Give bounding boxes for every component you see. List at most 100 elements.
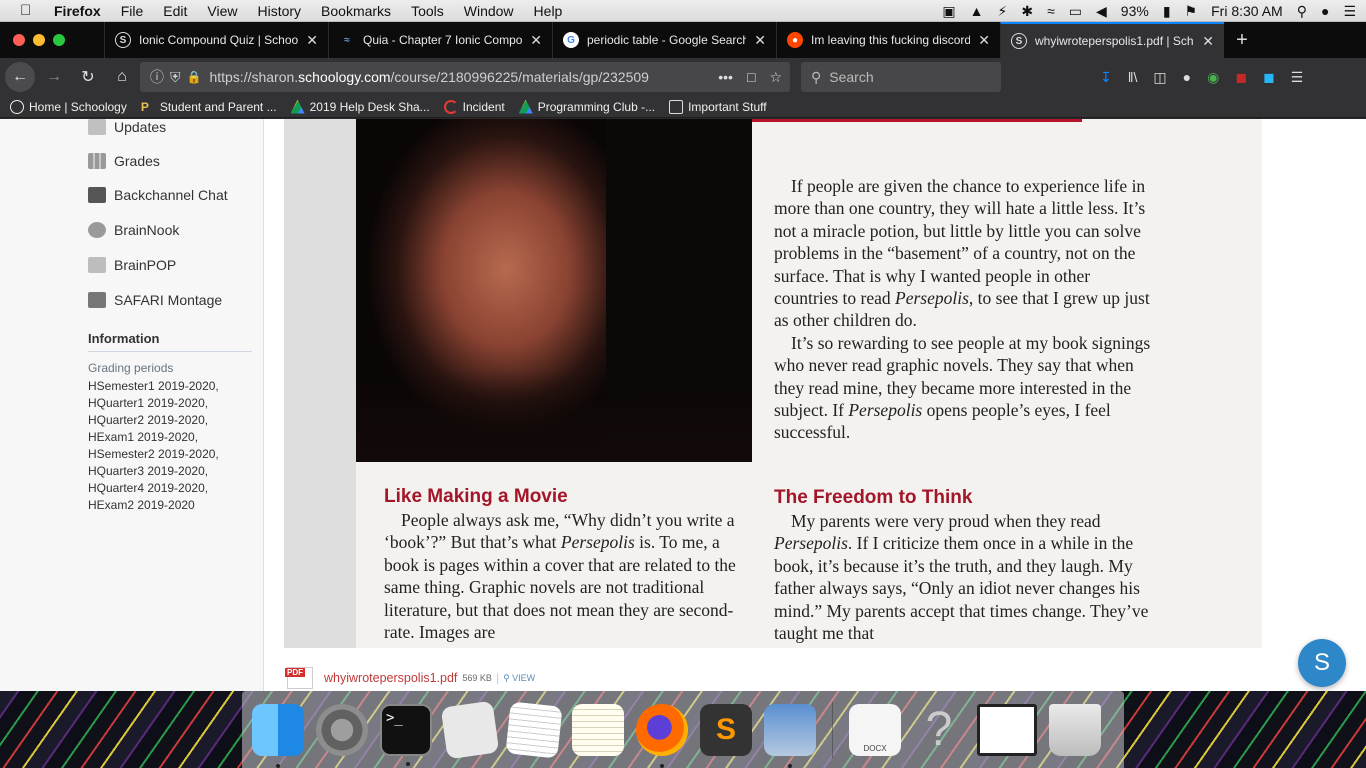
bluetooth-icon[interactable]: ✱ xyxy=(1021,3,1033,20)
attachment-size: 569 KB xyxy=(462,673,492,683)
sidebar-item-brainnook[interactable]: BrainNook xyxy=(88,222,179,238)
menu-tools[interactable]: Tools xyxy=(411,3,444,19)
sidebar-item-updates[interactable]: Updates xyxy=(88,119,166,135)
firefox-icon[interactable] xyxy=(636,703,688,768)
library-icon[interactable]: ‖\ xyxy=(1128,69,1138,85)
tab-title: whyiwroteperspolis1.pdf | Schoology xyxy=(1035,34,1194,48)
pocket-icon[interactable]: □ xyxy=(747,69,755,86)
tab-google-search[interactable]: G periodic table - Google Search ✕ xyxy=(552,22,776,58)
sidebar-item-grades[interactable]: Grades xyxy=(88,153,160,169)
wifi-icon[interactable]: ≈ xyxy=(1047,3,1055,19)
menu-window[interactable]: Window xyxy=(464,3,514,19)
tab-whyiwroteperspolis-pdf[interactable]: S whyiwroteperspolis1.pdf | Schoology ✕ xyxy=(1000,22,1224,58)
reload-button[interactable]: ↻ xyxy=(73,62,103,92)
forward-button[interactable]: → xyxy=(39,62,69,92)
lock-icon[interactable]: 🔒 xyxy=(187,70,202,84)
bookmark-programming-club[interactable]: Programming Club -... xyxy=(518,99,655,114)
menu-file[interactable]: File xyxy=(121,3,144,19)
bookmark-label: Important Stuff xyxy=(688,99,767,114)
close-tab-icon[interactable]: ✕ xyxy=(1202,33,1214,50)
back-button[interactable]: ← xyxy=(5,62,35,92)
volume-icon[interactable]: ◀ xyxy=(1096,3,1107,20)
sublime-text-icon[interactable]: S xyxy=(700,703,752,756)
tab-reddit[interactable]: ● Im leaving this fucking discord ✕ xyxy=(776,22,1000,58)
tab-ionic-compound-quiz[interactable]: S Ionic Compound Quiz | Schoology ✕ xyxy=(104,22,328,58)
sidebar-icon[interactable]: ◫ xyxy=(1153,69,1166,86)
sidebar-item-label: Updates xyxy=(114,119,167,135)
sidebar-item-safari-montage[interactable]: SAFARI Montage xyxy=(88,292,222,308)
minimize-window-button[interactable] xyxy=(33,34,45,46)
tracking-shield-icon[interactable]: ⛨ xyxy=(170,69,181,86)
preview-icon[interactable] xyxy=(764,703,816,768)
lightning-icon[interactable]: ⚡ xyxy=(998,3,1008,20)
zoom-window-button[interactable] xyxy=(53,34,65,46)
cube-icon[interactable]: ▣ xyxy=(942,3,955,20)
bookmark-star-icon[interactable]: ☆ xyxy=(769,69,782,86)
tab-quia-chapter-7[interactable]: ≈ Quia - Chapter 7 Ionic Compounds ✕ xyxy=(328,22,552,58)
menu-history[interactable]: History xyxy=(257,3,301,19)
menu-bookmarks[interactable]: Bookmarks xyxy=(321,3,391,19)
siri-icon[interactable]: ● xyxy=(1321,3,1329,19)
notification-center-icon[interactable]: ☰ xyxy=(1343,3,1356,20)
airplay-icon[interactable]: ▭ xyxy=(1069,3,1082,20)
schoology-help-button[interactable]: S xyxy=(1298,639,1346,687)
clock[interactable]: Fri 8:30 AM xyxy=(1211,3,1283,19)
sidebar-item-brainpop[interactable]: BrainPOP xyxy=(88,257,176,273)
new-tab-button[interactable]: + xyxy=(1224,22,1260,58)
close-tab-icon[interactable]: ✕ xyxy=(306,32,318,49)
help-icon[interactable]: ? xyxy=(913,703,965,756)
running-indicator xyxy=(276,763,280,768)
screenshot-icon[interactable] xyxy=(977,703,1037,756)
schoology-icon xyxy=(10,99,24,114)
sidebar-item-backchannel-chat[interactable]: Backchannel Chat xyxy=(88,187,228,203)
grading-period: HExam2 2019-2020 xyxy=(88,498,195,512)
apple-menu-icon[interactable]:  xyxy=(20,2,40,19)
ublock-extension-icon[interactable]: ◼ xyxy=(1235,69,1247,86)
pdf-viewer[interactable]: If people are given the chance to experi… xyxy=(284,119,1262,648)
close-tab-icon[interactable]: ✕ xyxy=(754,32,766,49)
bookmark-label: Incident xyxy=(462,99,505,114)
battery-icon[interactable]: ▮ xyxy=(1163,3,1171,20)
info-icon[interactable]: ⓘ xyxy=(150,67,164,87)
menu-help[interactable]: Help xyxy=(534,3,563,19)
textedit-icon[interactable] xyxy=(505,700,563,759)
close-window-button[interactable] xyxy=(13,34,25,46)
terminal-icon[interactable]: >_ xyxy=(380,703,432,766)
attachment-filename-link[interactable]: whyiwroteperspolis1.pdf xyxy=(324,671,457,685)
grading-period: HSemester1 2019-2020, xyxy=(88,379,219,393)
search-input[interactable]: ⚲ Search xyxy=(801,62,1001,92)
toolbar-icons: ↧ ‖\ ◫ ● ◉ ◼ ◼ ☰ xyxy=(1100,69,1303,86)
bookmark-home-schoology[interactable]: Home | Schoology xyxy=(10,99,127,114)
browser-tab-strip: S Ionic Compound Quiz | Schoology ✕ ≈ Qu… xyxy=(0,22,1366,58)
script-editor-icon[interactable] xyxy=(440,700,500,759)
trash-icon[interactable] xyxy=(1049,703,1101,756)
menu-view[interactable]: View xyxy=(207,3,237,19)
page-actions-icon[interactable]: ••• xyxy=(718,69,733,86)
view-link[interactable]: ⚲ VIEW xyxy=(503,673,535,684)
url-text[interactable]: https://sharon.schoology.com/course/2180… xyxy=(209,69,648,85)
finder-icon[interactable] xyxy=(252,703,304,768)
flag-icon[interactable]: ⚑ xyxy=(1185,3,1198,20)
menu-icon[interactable]: ☰ xyxy=(1291,69,1304,86)
home-button[interactable]: ⌂ xyxy=(107,62,137,92)
account-icon[interactable]: ● xyxy=(1183,69,1191,85)
schoology-icon: S xyxy=(115,32,131,48)
docx-file-icon[interactable]: DOCX xyxy=(849,703,901,756)
vpn-extension-icon[interactable]: ◉ xyxy=(1207,69,1219,86)
spotlight-search-icon[interactable]: ⚲ xyxy=(1297,3,1307,20)
bookmark-incident[interactable]: Incident xyxy=(443,99,505,114)
bookmark-important-stuff[interactable]: Important Stuff xyxy=(669,99,767,114)
close-tab-icon[interactable]: ✕ xyxy=(530,32,542,49)
battery-percent[interactable]: 93% xyxy=(1121,3,1149,19)
download-icon[interactable]: ↧ xyxy=(1100,69,1112,86)
address-bar[interactable]: ⓘ ⛨ 🔒 https://sharon.schoology.com/cours… xyxy=(140,62,790,92)
close-tab-icon[interactable]: ✕ xyxy=(978,32,990,49)
menu-edit[interactable]: Edit xyxy=(163,3,187,19)
menu-app-firefox[interactable]: Firefox xyxy=(54,3,101,19)
system-preferences-icon[interactable] xyxy=(316,703,368,756)
notes-icon[interactable] xyxy=(572,703,624,756)
car-icon[interactable]: ▲ xyxy=(970,3,984,19)
extension-icon[interactable]: ◼ xyxy=(1263,69,1275,86)
bookmark-student-and-parent[interactable]: P Student and Parent ... xyxy=(141,100,277,114)
bookmark-help-desk[interactable]: 2019 Help Desk Sha... xyxy=(290,99,430,114)
